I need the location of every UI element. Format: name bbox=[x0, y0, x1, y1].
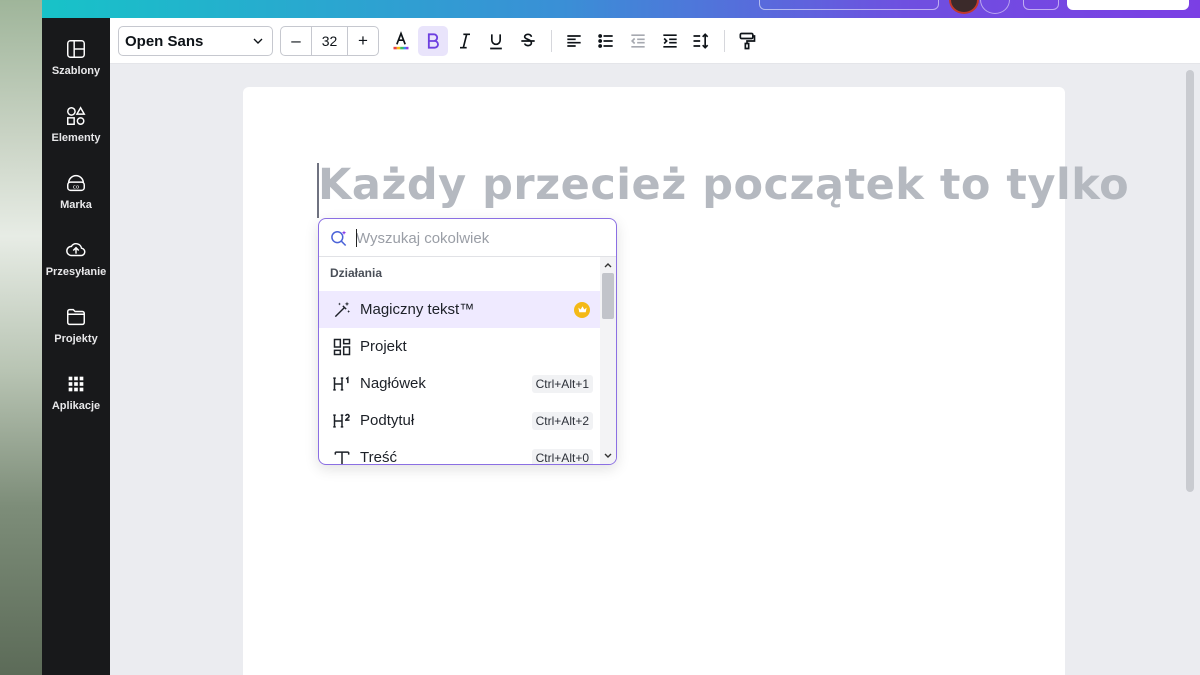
font-size-input[interactable]: 32 bbox=[311, 27, 348, 55]
menu-item-design[interactable]: Projekt bbox=[319, 328, 601, 365]
sidebar-item-upload[interactable]: Przesyłanie bbox=[42, 233, 110, 293]
sidebar-item-label: Marka bbox=[60, 199, 92, 211]
increase-font-size-button[interactable]: + bbox=[348, 27, 378, 55]
analytics-button[interactable] bbox=[1023, 0, 1059, 10]
body-text-icon-wrap bbox=[331, 447, 353, 464]
indent-increase-icon bbox=[663, 34, 677, 48]
design-grid-icon bbox=[333, 338, 351, 355]
sidebar-item-label: Aplikacje bbox=[51, 400, 101, 412]
menu-item-label: Nagłówek bbox=[360, 375, 426, 392]
menu-item-label: Treść bbox=[360, 449, 397, 465]
templates-icon bbox=[67, 40, 85, 58]
search-input[interactable] bbox=[356, 227, 596, 249]
popup-scroll-thumb[interactable] bbox=[602, 273, 614, 319]
menu-item-magic-text[interactable]: Magiczny tekst™ bbox=[319, 291, 601, 328]
menu-item-heading[interactable]: Nagłówek Ctrl+Alt+1 bbox=[319, 365, 601, 402]
toolbar-divider bbox=[724, 30, 725, 52]
sidebar-item-label: Elementy bbox=[51, 132, 101, 144]
page-text-placeholder[interactable]: Każdy przecież początek to tylko bbox=[318, 160, 1129, 210]
sidebar-item-label: Projekty bbox=[54, 333, 98, 345]
chevron-down-icon bbox=[253, 38, 263, 44]
menu-item-subheading[interactable]: Podtytuł Ctrl+Alt+2 bbox=[319, 402, 601, 439]
sidebar-item-brand[interactable]: co Marka bbox=[42, 166, 110, 226]
search-cursor bbox=[356, 229, 357, 247]
share-button[interactable] bbox=[1067, 0, 1189, 10]
sidebar-item-elements[interactable]: Elementy bbox=[42, 99, 110, 159]
indent-decrease-icon bbox=[630, 34, 645, 48]
heading-2-icon bbox=[333, 413, 350, 428]
sidebar-item-projects[interactable]: Projekty bbox=[42, 300, 110, 360]
italic-button[interactable] bbox=[450, 26, 480, 56]
magic-wand-icon-wrap bbox=[331, 299, 353, 321]
toolbar-divider bbox=[551, 30, 552, 52]
copy-style-button[interactable] bbox=[732, 26, 762, 56]
strikethrough-button[interactable] bbox=[513, 26, 543, 56]
folder-icon bbox=[67, 308, 85, 326]
avatar[interactable] bbox=[949, 0, 979, 14]
underline-icon bbox=[490, 34, 502, 50]
menu-item-body[interactable]: Treść Ctrl+Alt+0 bbox=[319, 439, 601, 465]
menu-item-label: Podtytuł bbox=[360, 412, 415, 429]
keyboard-shortcut: Ctrl+Alt+2 bbox=[531, 411, 593, 430]
sidebar-item-apps[interactable]: Aplikacje bbox=[42, 367, 110, 427]
popup-search-bar bbox=[319, 219, 616, 257]
magic-search-icon bbox=[331, 230, 347, 247]
text-color-button[interactable] bbox=[386, 26, 416, 56]
design-grid-icon-wrap bbox=[331, 336, 353, 358]
decrease-indent-button[interactable] bbox=[623, 26, 653, 56]
font-family-select[interactable]: Open Sans bbox=[118, 26, 273, 56]
brand-icon: co bbox=[67, 175, 85, 192]
align-left-icon bbox=[567, 35, 581, 47]
bold-icon bbox=[427, 33, 439, 49]
menu-item-label: Magiczny tekst™ bbox=[360, 301, 475, 318]
left-sidebar: Szablony Elementy co Marka Przesyłanie P… bbox=[42, 18, 110, 675]
section-title: Działania bbox=[330, 266, 383, 280]
underline-button[interactable] bbox=[481, 26, 511, 56]
keyboard-shortcut: Ctrl+Alt+1 bbox=[531, 374, 593, 393]
text-toolbar: Open Sans – 32 + bbox=[110, 18, 1200, 64]
font-family-value: Open Sans bbox=[125, 32, 204, 50]
sidebar-item-templates[interactable]: Szablony bbox=[42, 32, 110, 92]
increase-indent-button[interactable] bbox=[655, 26, 685, 56]
quick-actions-popup: Działania Magiczny tekst™ Projekt Nagłów… bbox=[318, 218, 617, 465]
menu-item-label: Projekt bbox=[360, 338, 407, 355]
desktop-background bbox=[0, 0, 42, 675]
premium-crown-icon bbox=[574, 301, 590, 318]
add-collaborator-button[interactable] bbox=[980, 0, 1010, 14]
scroll-up-arrow-icon[interactable] bbox=[603, 260, 613, 270]
magic-wand-icon bbox=[334, 301, 351, 317]
heading-1-icon-wrap bbox=[331, 373, 353, 395]
strikethrough-icon bbox=[521, 33, 535, 47]
bold-button[interactable] bbox=[418, 26, 448, 56]
bulleted-list-icon bbox=[598, 34, 613, 48]
scroll-down-arrow-icon[interactable] bbox=[603, 451, 613, 461]
heading-1-icon bbox=[333, 375, 349, 391]
keyboard-shortcut: Ctrl+Alt+0 bbox=[531, 448, 593, 464]
sidebar-item-label: Przesyłanie bbox=[45, 266, 107, 278]
font-size-stepper: – 32 + bbox=[280, 26, 379, 56]
align-button[interactable] bbox=[559, 26, 589, 56]
italic-icon bbox=[460, 33, 470, 49]
elements-icon bbox=[67, 106, 86, 125]
sidebar-item-label: Szablony bbox=[51, 65, 101, 77]
canvas-scrollbar[interactable] bbox=[1186, 70, 1194, 492]
svg-text:co: co bbox=[73, 185, 80, 191]
decrease-font-size-button[interactable]: – bbox=[281, 27, 311, 55]
paint-format-icon bbox=[739, 32, 756, 50]
header-search-pill[interactable] bbox=[759, 0, 939, 10]
body-text-icon bbox=[334, 450, 350, 464]
popup-scrollbar[interactable] bbox=[600, 257, 616, 464]
apps-grid-icon bbox=[68, 376, 84, 392]
heading-2-icon-wrap bbox=[331, 410, 353, 432]
text-color-icon bbox=[393, 31, 409, 50]
line-spacing-icon bbox=[693, 33, 709, 49]
spacing-button[interactable] bbox=[686, 26, 716, 56]
list-button[interactable] bbox=[591, 26, 621, 56]
upload-icon bbox=[66, 242, 86, 257]
top-header-bar bbox=[42, 0, 1200, 18]
